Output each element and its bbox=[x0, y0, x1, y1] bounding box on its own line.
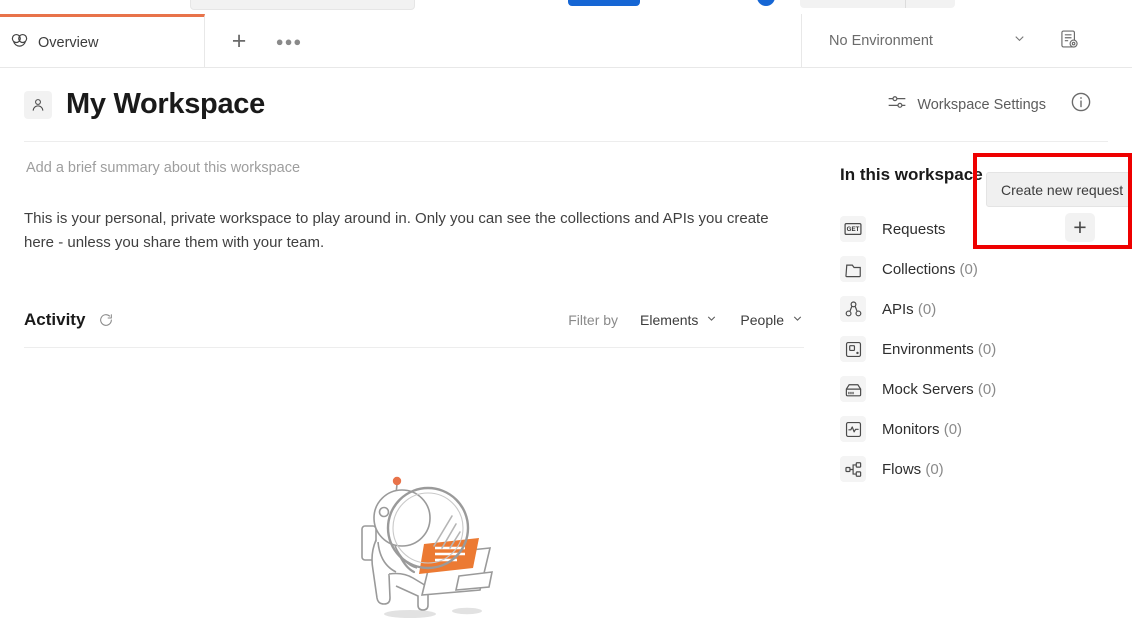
postman-overview-screen: Overview + ●●● No Environment bbox=[0, 0, 1132, 627]
chevron-down-icon bbox=[705, 312, 718, 328]
workspace-settings-button[interactable]: Workspace Settings bbox=[887, 92, 1046, 117]
sliders-icon bbox=[887, 92, 907, 117]
sidebar-item-label: Collections (0) bbox=[882, 261, 978, 278]
person-icon bbox=[24, 91, 52, 119]
new-tab-button[interactable]: + bbox=[225, 27, 253, 55]
sidebar-item-count: (0) bbox=[944, 421, 962, 438]
sidebar-item-count: (0) bbox=[978, 341, 996, 358]
monitor-pulse-icon bbox=[840, 416, 866, 442]
chevron-down-icon bbox=[791, 312, 804, 328]
toolbar-pill-divider bbox=[905, 0, 906, 8]
workspace-title-group: My Workspace bbox=[0, 88, 265, 121]
tab-actions: + ●●● bbox=[205, 14, 802, 68]
sidebar-item-monitors[interactable]: Monitors (0) bbox=[840, 409, 1132, 449]
sidebar-item-label: APIs (0) bbox=[882, 301, 936, 318]
workspace-description: This is your personal, private workspace… bbox=[24, 207, 769, 254]
workspace-header: My Workspace Workspace Settings bbox=[0, 68, 1132, 141]
avatar-badge-clipped[interactable] bbox=[757, 0, 775, 6]
sidebar-item-count: (0) bbox=[960, 261, 978, 278]
svg-text:GET: GET bbox=[847, 226, 860, 233]
tab-bar: Overview + ●●● No Environment bbox=[0, 14, 1132, 68]
global-search-field-clipped[interactable] bbox=[190, 0, 415, 10]
tab-overview[interactable]: Overview bbox=[0, 14, 205, 68]
sidebar-item-mock-servers[interactable]: Mock Servers (0) bbox=[840, 369, 1132, 409]
tab-more-options-button[interactable]: ●●● bbox=[275, 27, 303, 55]
sidebar-item-environments[interactable]: Environments (0) bbox=[840, 329, 1132, 369]
workspace-header-actions: Workspace Settings bbox=[887, 91, 1132, 118]
sidebar-item-count: (0) bbox=[925, 461, 943, 478]
sidebar-item-count: (0) bbox=[918, 301, 936, 318]
create-new-request-tooltip: Create new request bbox=[986, 172, 1132, 207]
plus-icon: + bbox=[1073, 216, 1086, 239]
sidebar-item-flows[interactable]: Flows (0) bbox=[840, 449, 1132, 489]
environment-icon bbox=[840, 336, 866, 362]
folder-icon bbox=[840, 256, 866, 282]
workspace-summary-input[interactable]: Add a brief summary about this workspace bbox=[24, 160, 804, 176]
activity-section-header: Activity Filter by Elements People bbox=[24, 305, 804, 335]
primary-action-button-clipped[interactable] bbox=[568, 0, 640, 6]
activity-divider bbox=[24, 347, 804, 348]
toolbar-pill-clipped[interactable] bbox=[800, 0, 955, 8]
plus-icon: + bbox=[232, 29, 247, 54]
ellipsis-icon: ●●● bbox=[276, 34, 303, 49]
sidebar-item-apis[interactable]: APIs (0) bbox=[840, 289, 1132, 329]
environment-selected-label: No Environment bbox=[829, 33, 933, 49]
sidebar-item-label: Requests bbox=[882, 221, 945, 238]
sidebar-item-collections[interactable]: Collections (0) bbox=[840, 249, 1132, 289]
header-divider bbox=[24, 141, 1108, 142]
create-new-request-button[interactable]: + bbox=[1065, 213, 1095, 242]
tab-overview-label: Overview bbox=[38, 35, 98, 51]
sidebar-item-label: Monitors (0) bbox=[882, 421, 962, 438]
filter-by-label: Filter by bbox=[568, 312, 618, 328]
chevron-down-icon bbox=[1012, 31, 1027, 51]
postman-overview-icon bbox=[10, 31, 29, 55]
environment-area: No Environment bbox=[802, 14, 1132, 68]
environment-quick-look-button[interactable] bbox=[1059, 29, 1079, 54]
filter-people-dropdown[interactable]: People bbox=[740, 312, 804, 328]
sidebar-item-label: Environments (0) bbox=[882, 341, 996, 358]
environment-selector[interactable]: No Environment bbox=[802, 14, 1047, 68]
filter-elements-dropdown[interactable]: Elements bbox=[640, 312, 718, 328]
api-nodes-icon bbox=[840, 296, 866, 322]
clipped-top-chrome bbox=[0, 0, 1132, 14]
flows-nodes-icon bbox=[840, 456, 866, 482]
workspace-main-content: Add a brief summary about this workspace… bbox=[24, 160, 804, 254]
mock-server-icon bbox=[840, 376, 866, 402]
workspace-resource-list: GET Requests Collections (0) bbox=[840, 209, 1132, 489]
get-method-icon: GET bbox=[840, 216, 866, 242]
sidebar-item-label: Flows (0) bbox=[882, 461, 944, 478]
refresh-activity-button[interactable] bbox=[98, 312, 114, 328]
sidebar-item-label: Mock Servers (0) bbox=[882, 381, 996, 398]
workspace-info-button[interactable] bbox=[1070, 91, 1092, 118]
workspace-settings-label: Workspace Settings bbox=[917, 97, 1046, 113]
filter-people-label: People bbox=[740, 312, 784, 328]
sidebar-item-count: (0) bbox=[978, 381, 996, 398]
tooltip-text: Create new request bbox=[1001, 182, 1123, 198]
page-title: My Workspace bbox=[66, 88, 265, 121]
filter-elements-label: Elements bbox=[640, 312, 698, 328]
astronaut-with-magnifying-glass-illustration bbox=[340, 468, 520, 627]
activity-title: Activity bbox=[24, 310, 85, 330]
activity-filters: Filter by Elements People bbox=[568, 312, 804, 328]
